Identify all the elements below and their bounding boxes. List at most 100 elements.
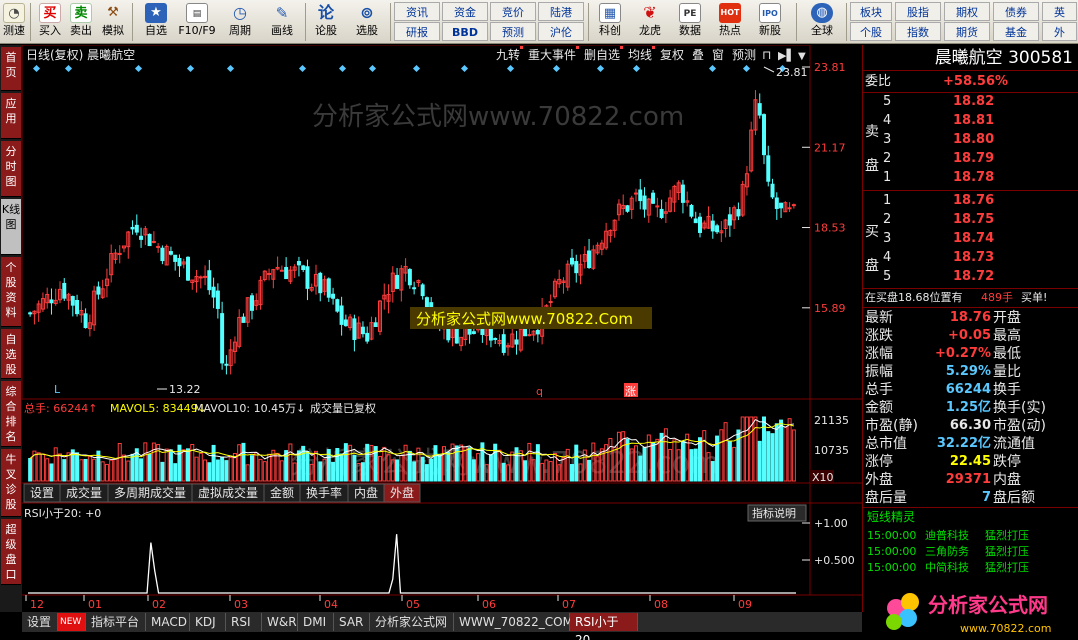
bottom-tab-4[interactable]: KDJ [190, 613, 226, 631]
chart-btn-2[interactable]: 删自选 [584, 48, 620, 62]
toolbar-grid-guzhi[interactable]: 股指 [895, 2, 941, 21]
bottom-tab-0[interactable]: 设置 [22, 613, 58, 631]
bottom-tab-2[interactable]: 指标平台 [86, 613, 146, 631]
vol-tab-6[interactable]: 内盘 [354, 485, 378, 500]
toolbar-grid-bankuai[interactable]: 板块 [850, 2, 892, 21]
left-tab-profile[interactable]: 个股资料 [1, 257, 21, 327]
event-marker[interactable] [298, 64, 307, 73]
event-marker[interactable] [32, 64, 41, 73]
vol-tab-5[interactable]: 换手率 [306, 485, 342, 500]
chart-btn-3[interactable]: 均线 [628, 48, 652, 62]
toolbar-grid-wai[interactable]: 外 [1042, 22, 1077, 41]
event-marker[interactable] [552, 64, 561, 73]
vol-tab-1[interactable]: 成交量 [66, 485, 102, 500]
bottom-tab-1[interactable]: NEW [58, 613, 86, 631]
star-market-button[interactable]: ▦ 科创 [592, 0, 628, 44]
simulate-button[interactable]: ⚒ 模拟 [98, 0, 128, 44]
toolbar-grid-zhishu[interactable]: 指数 [895, 22, 941, 41]
event-marker[interactable] [632, 64, 641, 73]
left-tab-diagnosis[interactable]: 牛叉诊股 [1, 449, 21, 517]
sell-price[interactable]: 18.80 [953, 131, 994, 149]
left-tab-intraday[interactable]: 分时图 [1, 141, 21, 197]
bottom-tab-8[interactable]: SAR [334, 613, 370, 631]
hot-button[interactable]: HOT 热点 [712, 0, 748, 44]
jingling-stock[interactable]: 中简科技 [925, 559, 969, 577]
event-marker[interactable] [186, 64, 195, 73]
bottom-tab-6[interactable]: W&R [262, 613, 298, 631]
toolbar-grid-zhaiquan[interactable]: 债券 [993, 2, 1039, 21]
left-tab-kline[interactable]: K线图 [1, 199, 21, 255]
bottom-tab-7[interactable]: DMI [298, 613, 334, 631]
data-button[interactable]: PE 数据 [672, 0, 708, 44]
toolbar-grid-zixun[interactable]: 资讯 [394, 2, 440, 21]
left-tab-ranking[interactable]: 综合排名 [1, 381, 21, 447]
buy-price[interactable]: 18.73 [953, 249, 994, 267]
buy-button[interactable]: 买 买入 [36, 0, 64, 44]
ipo-button[interactable]: IPO 新股 [752, 0, 788, 44]
dragon-tiger-button[interactable]: ❦ 龙虎 [632, 0, 668, 44]
toolbar-grid-zijin[interactable]: 资金 [442, 2, 488, 21]
event-marker[interactable] [412, 64, 421, 73]
event-marker[interactable] [134, 64, 143, 73]
discuss-button[interactable]: 论 论股 [310, 0, 342, 44]
sell-price[interactable]: 18.78 [953, 169, 994, 187]
lock-icon[interactable]: ⊓ [762, 48, 771, 62]
left-tab-watchlist[interactable]: 自选股 [1, 329, 21, 379]
chart-btn-0[interactable]: 九转 [496, 47, 520, 62]
buy-price[interactable]: 18.74 [953, 230, 994, 248]
f10-button[interactable]: ▤ F10/F9 [176, 0, 218, 44]
next-icon[interactable]: ▶▌ [778, 48, 795, 62]
event-marker[interactable] [506, 64, 515, 73]
vol-tab-2[interactable]: 多周期成交量 [114, 485, 186, 500]
vol-tab-0[interactable]: 设置 [30, 486, 54, 500]
toolbar-grid-jingjia[interactable]: 竞价 [490, 2, 536, 21]
toolbar-grid-jijin[interactable]: 基金 [993, 22, 1039, 41]
left-tab-home[interactable]: 首页 [1, 47, 21, 91]
sell-price[interactable]: 18.81 [953, 112, 994, 130]
draw-button[interactable]: ✎ 画线 [262, 0, 302, 44]
event-marker[interactable] [226, 64, 235, 73]
vol-tab-4[interactable]: 金额 [270, 485, 294, 500]
rsi-help-button[interactable]: 指标说明 [752, 506, 796, 520]
stock-pick-button[interactable]: ⊚ 选股 [346, 0, 388, 44]
buy-price[interactable]: 18.72 [953, 268, 994, 286]
buy-price[interactable]: 18.76 [953, 192, 994, 210]
event-marker[interactable] [708, 64, 717, 73]
chart-btn-5[interactable]: 叠 [692, 48, 704, 62]
sell-price[interactable]: 18.82 [953, 93, 994, 111]
toolbar-grid-lugang[interactable]: 陆港 [538, 2, 584, 21]
chart-btn-1[interactable]: 重大事件 [528, 48, 576, 62]
bottom-tab-9[interactable]: 分析家公式网 [370, 613, 454, 631]
bottom-tab-11[interactable]: RSI小于20 [570, 613, 638, 640]
event-marker[interactable] [64, 64, 73, 73]
event-marker[interactable] [338, 64, 347, 73]
speed-button[interactable]: ◔ 测速 [0, 0, 28, 44]
toolbar-grid-yanbao[interactable]: 研报 [394, 22, 440, 41]
toolbar-grid-yuce[interactable]: 预测 [490, 22, 536, 41]
chart-btn-4[interactable]: 复权 [660, 48, 684, 62]
vol-tab-3[interactable]: 虚拟成交量 [198, 485, 258, 500]
bottom-tab-3[interactable]: MACD [146, 613, 190, 631]
period-button[interactable]: ◷ 周期 [220, 0, 260, 44]
chart-btn-7[interactable]: 预测 [732, 48, 756, 62]
bottom-tab-10[interactable]: WWW_70822_COM [454, 613, 573, 631]
toolbar-grid-gegu[interactable]: 个股 [850, 22, 892, 41]
bottom-tab-5[interactable]: RSI [226, 613, 262, 631]
toolbar-grid-hulun[interactable]: 沪伦 [538, 22, 584, 41]
event-marker[interactable] [596, 64, 605, 73]
toolbar-grid-ying[interactable]: 英 [1042, 2, 1077, 21]
sell-price[interactable]: 18.79 [953, 150, 994, 168]
chart-btn-6[interactable]: 窗 [712, 48, 724, 62]
event-marker[interactable] [742, 64, 751, 73]
global-button[interactable]: ◍ 全球 [800, 0, 844, 44]
buy-price[interactable]: 18.75 [953, 211, 994, 229]
sell-button[interactable]: 卖 卖出 [66, 0, 96, 44]
kline-chart-svg[interactable]: 日线(复权) 晨曦航空 九转 重大事件 删自选 均线 复权叠窗预测 ⊓ ▶▌ ▼ 分析家… [21, 44, 862, 612]
toolbar-grid-bbd[interactable]: BBD [442, 22, 488, 41]
event-marker[interactable] [368, 64, 377, 73]
event-marker[interactable] [460, 64, 469, 73]
vol-tab-7[interactable]: 外盘 [390, 485, 414, 500]
left-tab-apps[interactable]: 应用 [1, 93, 21, 139]
toolbar-grid-qihuo[interactable]: 期货 [944, 22, 990, 41]
watchlist-button[interactable]: ★ 自选 [138, 0, 174, 44]
